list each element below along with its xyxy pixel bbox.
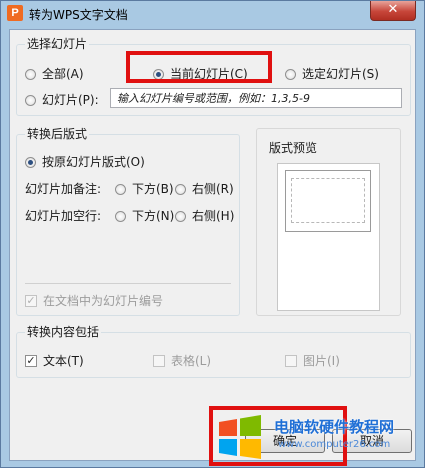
content-legend: 转换内容包括 [25, 325, 102, 340]
number-slides-checkbox[interactable]: ✓ 在文档中为幻灯片编号 [25, 293, 163, 309]
checkbox-indicator-checked: ✓ [25, 354, 37, 367]
blank-below-label: 下方(N) [132, 209, 175, 223]
radio-keep-original-layout[interactable]: 按原幻灯片版式(O) [25, 154, 145, 170]
include-picture-label: 图片(I) [303, 354, 340, 368]
radio-range-label: 幻灯片(P): [42, 93, 99, 107]
include-table-label: 表格(L) [171, 354, 212, 368]
title-bar: P 转为WPS文字文档 ✕ [1, 1, 424, 29]
layout-after-group: 转换后版式 按原幻灯片版式(O) 幻灯片加备注: 下方(B) 右侧(R) 幻灯片… [16, 127, 240, 316]
radio-notes-right[interactable]: 右侧(R) [175, 181, 234, 197]
radio-all-slides[interactable]: 全部(A) [25, 66, 84, 82]
radio-notes-below[interactable]: 下方(B) [115, 181, 174, 197]
slide-range-input[interactable]: 输入幻灯片编号或范围，例如：1,3,5-9 [110, 88, 402, 108]
close-icon: ✕ [387, 2, 399, 17]
radio-indicator-selected [25, 156, 36, 168]
layout-preview-legend: 版式预览 [269, 141, 318, 155]
radio-indicator [285, 68, 296, 80]
radio-indicator-selected [153, 68, 164, 80]
slide-placeholder [291, 178, 365, 223]
separator-line [25, 283, 231, 284]
windows-logo-icon [219, 415, 261, 459]
layout-preview-group: 版式预览 [256, 128, 401, 316]
radio-slide-range[interactable]: 幻灯片(P): [25, 92, 99, 108]
number-slides-label: 在文档中为幻灯片编号 [43, 294, 164, 308]
layout-preview-image [277, 163, 380, 311]
slide-selection-legend: 选择幻灯片 [25, 37, 90, 52]
radio-blank-right[interactable]: 右侧(H) [175, 208, 234, 224]
radio-indicator [115, 210, 126, 222]
keep-original-label: 按原幻灯片版式(O) [42, 155, 145, 169]
slide-thumbnail [285, 170, 371, 232]
dialog-body: 选择幻灯片 全部(A) 当前幻灯片(C) 选定幻灯片(S) 幻灯片(P): 输入… [9, 29, 416, 461]
close-button[interactable]: ✕ [370, 1, 416, 21]
radio-indicator [25, 94, 36, 106]
notes-right-label: 右侧(R) [192, 182, 234, 196]
notes-label: 幻灯片加备注: [25, 182, 102, 196]
checkbox-indicator [285, 355, 297, 367]
include-text-label: 文本(T) [43, 354, 84, 368]
watermark-url: www.computer26.com [278, 439, 391, 450]
layout-after-legend: 转换后版式 [25, 127, 90, 142]
wps-presentation-icon: P [7, 5, 23, 21]
radio-indicator [115, 183, 126, 195]
blank-right-label: 右侧(H) [192, 209, 235, 223]
checkbox-indicator-checked: ✓ [25, 294, 37, 307]
checkbox-indicator [153, 355, 165, 367]
content-group: 转换内容包括 ✓ 文本(T) 表格(L) 图片(I) [16, 325, 411, 378]
include-picture-checkbox[interactable]: 图片(I) [285, 353, 340, 369]
dialog-title: 转为WPS文字文档 [29, 8, 128, 22]
radio-indicator [175, 210, 186, 222]
watermark-text: 电脑软硬件教程网 [274, 418, 395, 436]
radio-current-label: 当前幻灯片(C) [170, 67, 248, 81]
include-text-checkbox[interactable]: ✓ 文本(T) [25, 353, 84, 369]
include-table-checkbox[interactable]: 表格(L) [153, 353, 211, 369]
radio-indicator [25, 68, 36, 80]
radio-selected-label: 选定幻灯片(S) [302, 67, 379, 81]
radio-current-slide[interactable]: 当前幻灯片(C) [153, 66, 248, 82]
blank-line-label: 幻灯片加空行: [25, 209, 102, 223]
radio-all-label: 全部(A) [42, 67, 84, 81]
dialog-window: P 转为WPS文字文档 ✕ 选择幻灯片 全部(A) 当前幻灯片(C) 选定幻灯片… [0, 0, 425, 468]
radio-selected-slides[interactable]: 选定幻灯片(S) [285, 66, 379, 82]
radio-indicator [175, 183, 186, 195]
notes-below-label: 下方(B) [132, 182, 174, 196]
radio-blank-below[interactable]: 下方(N) [115, 208, 174, 224]
